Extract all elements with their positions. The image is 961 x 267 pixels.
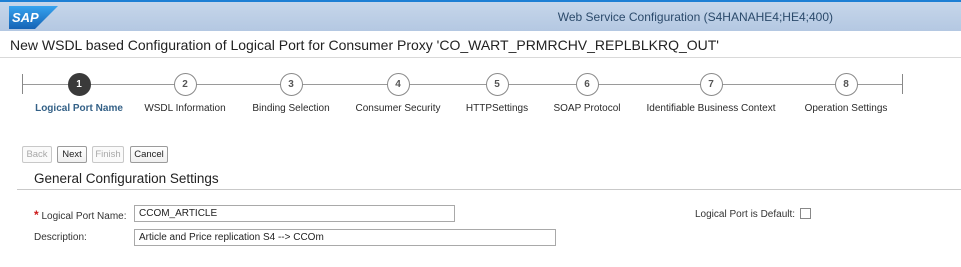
title-divider [0,57,961,58]
shell-bar: SAP Web Service Configuration (S4HANAHE4… [0,0,961,31]
step-number: 8 [834,73,858,96]
step-number: 3 [279,73,303,96]
logical-port-default-checkbox[interactable] [800,208,811,219]
required-marker: * [34,208,39,222]
logical-port-name-label-text: Logical Port Name: [41,211,127,222]
step-number: 2 [173,73,197,96]
back-button[interactable]: Back [22,146,52,163]
logical-port-name-label: * Logical Port Name: [34,208,127,222]
step-number: 7 [699,73,723,96]
section-title: General Configuration Settings [34,171,219,186]
step-number: 1 [67,73,91,96]
description-label: Description: [34,232,87,243]
cancel-button[interactable]: Cancel [130,146,168,163]
description-input[interactable]: Article and Price replication S4 --> CCO… [134,229,556,246]
shell-title: Web Service Configuration (S4HANAHE4;HE4… [557,10,833,24]
finish-button[interactable]: Finish [92,146,124,163]
wizard-step-operation-settings[interactable]: 8 Operation Settings [756,73,936,114]
page-title: New WSDL based Configuration of Logical … [10,37,719,53]
section-divider [17,189,961,190]
next-button[interactable]: Next [57,146,87,163]
logical-port-default-label: Logical Port is Default: [695,209,796,220]
step-label: Operation Settings [804,103,888,114]
logical-port-name-input[interactable]: CCOM_ARTICLE [134,205,455,222]
step-number: 6 [575,73,599,96]
